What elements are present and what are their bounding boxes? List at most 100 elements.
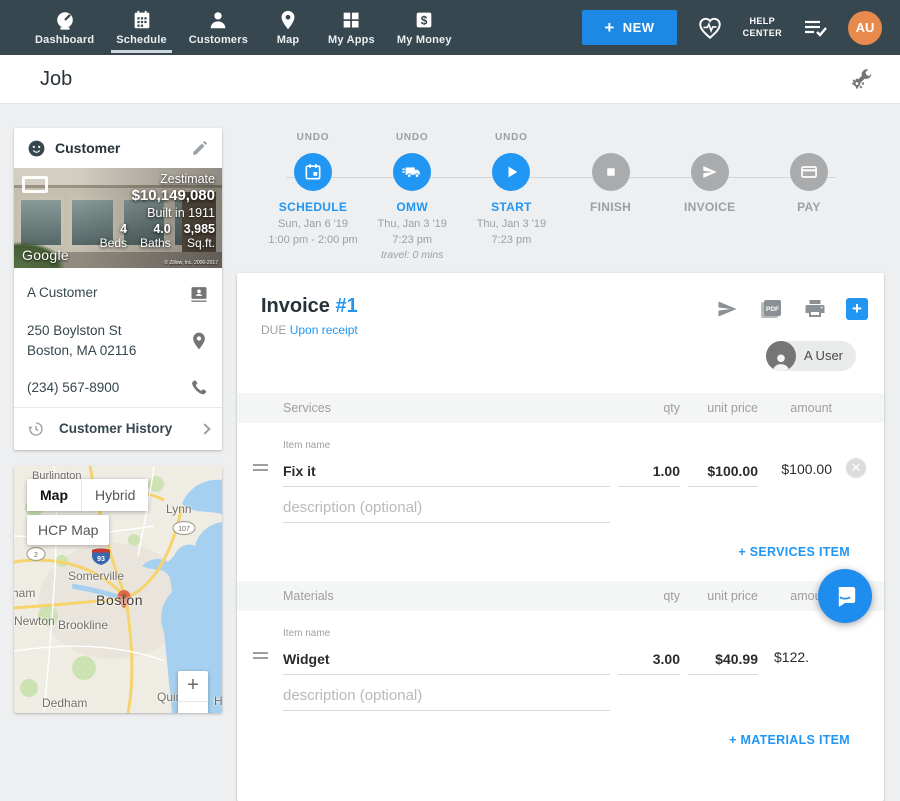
google-watermark: Google — [22, 247, 69, 263]
nav-item-dashboard[interactable]: Dashboard — [24, 0, 105, 55]
service-qty-input[interactable] — [618, 457, 680, 487]
material-description-input[interactable] — [283, 681, 610, 711]
nav-label: Map — [277, 34, 300, 46]
step-label: SCHEDULE — [279, 200, 347, 214]
phone-icon[interactable] — [190, 378, 209, 397]
route-shield-107: 107 — [173, 521, 195, 534]
svg-text:PDF: PDF — [766, 306, 779, 313]
drag-handle-icon[interactable] — [253, 649, 275, 666]
service-description-input[interactable] — [283, 493, 610, 523]
due-terms-link[interactable]: Upon receipt — [290, 323, 358, 337]
invoice-due: DUE Upon receipt — [261, 323, 868, 337]
customer-card-title: Customer — [55, 140, 182, 156]
route-shield-2: 2 — [27, 547, 45, 560]
photo-copyright: © Zillow, Inc. 2006-2017 — [164, 260, 218, 266]
job-tools-icon[interactable] — [848, 66, 874, 92]
calendar-icon — [303, 162, 323, 182]
assignee-avatar — [766, 341, 796, 371]
map-zoom-control: + − — [178, 671, 208, 713]
stat-value: 3,985 — [171, 222, 215, 236]
material-name-input[interactable] — [283, 645, 610, 675]
workflow-step-pay: PAY — [763, 132, 855, 261]
material-qty-input[interactable] — [618, 645, 680, 675]
pdf-icon[interactable]: PDF — [758, 297, 784, 321]
add-materials-item-link[interactable]: + MATERIALS ITEM — [237, 717, 884, 761]
send-invoice-icon[interactable] — [715, 297, 739, 321]
drag-handle-icon[interactable] — [253, 461, 275, 478]
svg-text:$: $ — [421, 13, 428, 27]
customer-card-header: Customer — [14, 128, 222, 168]
step-label: FINISH — [590, 200, 631, 214]
map-zoom-out-button[interactable]: − — [178, 701, 208, 713]
step-label: PAY — [797, 200, 821, 214]
chat-bubble-button[interactable] — [818, 569, 872, 623]
amount-column-header: amount — [766, 401, 832, 415]
health-heart-icon[interactable] — [697, 15, 723, 41]
pay-step-button[interactable] — [790, 153, 828, 191]
remove-service-item-button[interactable]: ✕ — [846, 458, 866, 478]
zestimate-label: Zestimate — [87, 172, 215, 186]
customer-name: A Customer — [27, 283, 189, 303]
undo-start-button[interactable]: UNDO — [495, 132, 528, 146]
material-amount: $122. — [766, 649, 832, 667]
help-center-button[interactable]: HELP CENTER — [743, 16, 782, 39]
workflow-step-omw: UNDO OMW Thu, Jan 3 '197:23 pm travel: 0… — [366, 132, 458, 261]
invoice-header: Invoice #1 DUE Upon receipt PDF + — [237, 273, 884, 385]
map-button-map[interactable]: Map — [27, 479, 81, 511]
property-photo[interactable]: Zestimate $10,149,080 Built in 1911 4 4.… — [14, 168, 222, 268]
service-unit-price-input[interactable] — [688, 457, 758, 487]
invoice-step-button[interactable] — [691, 153, 729, 191]
play-icon — [501, 162, 521, 182]
schedule-step-button[interactable] — [294, 153, 332, 191]
service-name-input[interactable] — [283, 457, 610, 487]
finish-step-button[interactable] — [592, 153, 630, 191]
invoice-card: Invoice #1 DUE Upon receipt PDF + — [237, 273, 884, 801]
new-button[interactable]: + NEW — [582, 10, 676, 45]
dashboard-icon — [54, 9, 76, 31]
item-name-label: Item name — [283, 628, 610, 641]
person-icon — [770, 351, 792, 371]
assignee-name: A User — [804, 348, 843, 363]
task-list-icon[interactable] — [802, 16, 828, 40]
workflow-step-start: UNDO START Thu, Jan 3 '197:23 pm — [465, 132, 557, 261]
nav-item-customers[interactable]: Customers — [178, 0, 259, 55]
invoice-number[interactable]: #1 — [335, 295, 357, 317]
customer-phone-row: (234) 567-8900 — [27, 369, 209, 407]
nav-item-schedule[interactable]: Schedule — [105, 0, 178, 55]
page-content: Customer Zestimate $10,149,080 Built in … — [0, 104, 900, 801]
material-unit-price-input[interactable] — [688, 645, 758, 675]
step-label: INVOICE — [684, 200, 735, 214]
history-clock-icon — [27, 420, 45, 438]
send-icon — [700, 162, 720, 182]
nav-item-my-apps[interactable]: My Apps — [317, 0, 386, 55]
map-button-hcp[interactable]: HCP Map — [27, 515, 109, 545]
service-line-item: Item name $100.00 ✕ — [237, 433, 884, 529]
svg-text:93: 93 — [97, 556, 105, 563]
customer-details: A Customer 250 Boylston St Boston, MA 02… — [14, 268, 222, 407]
truck-icon — [401, 161, 423, 183]
user-avatar[interactable]: AU — [848, 11, 882, 45]
contact-card-icon[interactable] — [189, 283, 209, 303]
omw-step-button[interactable] — [393, 153, 431, 191]
section-title: Services — [283, 401, 610, 415]
print-icon[interactable] — [803, 297, 827, 321]
start-step-button[interactable] — [492, 153, 530, 191]
undo-omw-button[interactable]: UNDO — [396, 132, 429, 146]
customer-face-icon — [27, 139, 46, 158]
nav-item-my-money[interactable]: $ My Money — [386, 0, 463, 55]
step-label: OMW — [396, 200, 428, 214]
undo-schedule-button[interactable]: UNDO — [297, 132, 330, 146]
map-widget: 2 107 93 Burlington Lynn Somerville — [14, 466, 222, 713]
location-pin-icon[interactable] — [189, 331, 209, 351]
assignee-chip[interactable]: A User — [766, 341, 856, 371]
nav-item-map[interactable]: Map — [259, 0, 317, 55]
add-services-item-link[interactable]: + SERVICES ITEM — [237, 529, 884, 573]
stat-label: Beds — [87, 236, 127, 250]
customer-history-row[interactable]: Customer History — [14, 407, 222, 450]
map-button-hybrid[interactable]: Hybrid — [81, 479, 148, 511]
map-zoom-in-button[interactable]: + — [178, 671, 208, 701]
workflow-step-schedule: UNDO SCHEDULE Sun, Jan 6 '191:00 pm - 2:… — [267, 132, 359, 261]
stat-label: Sq.ft. — [171, 236, 215, 250]
add-invoice-item-button[interactable]: + — [846, 298, 868, 320]
edit-pencil-icon[interactable] — [191, 139, 209, 157]
